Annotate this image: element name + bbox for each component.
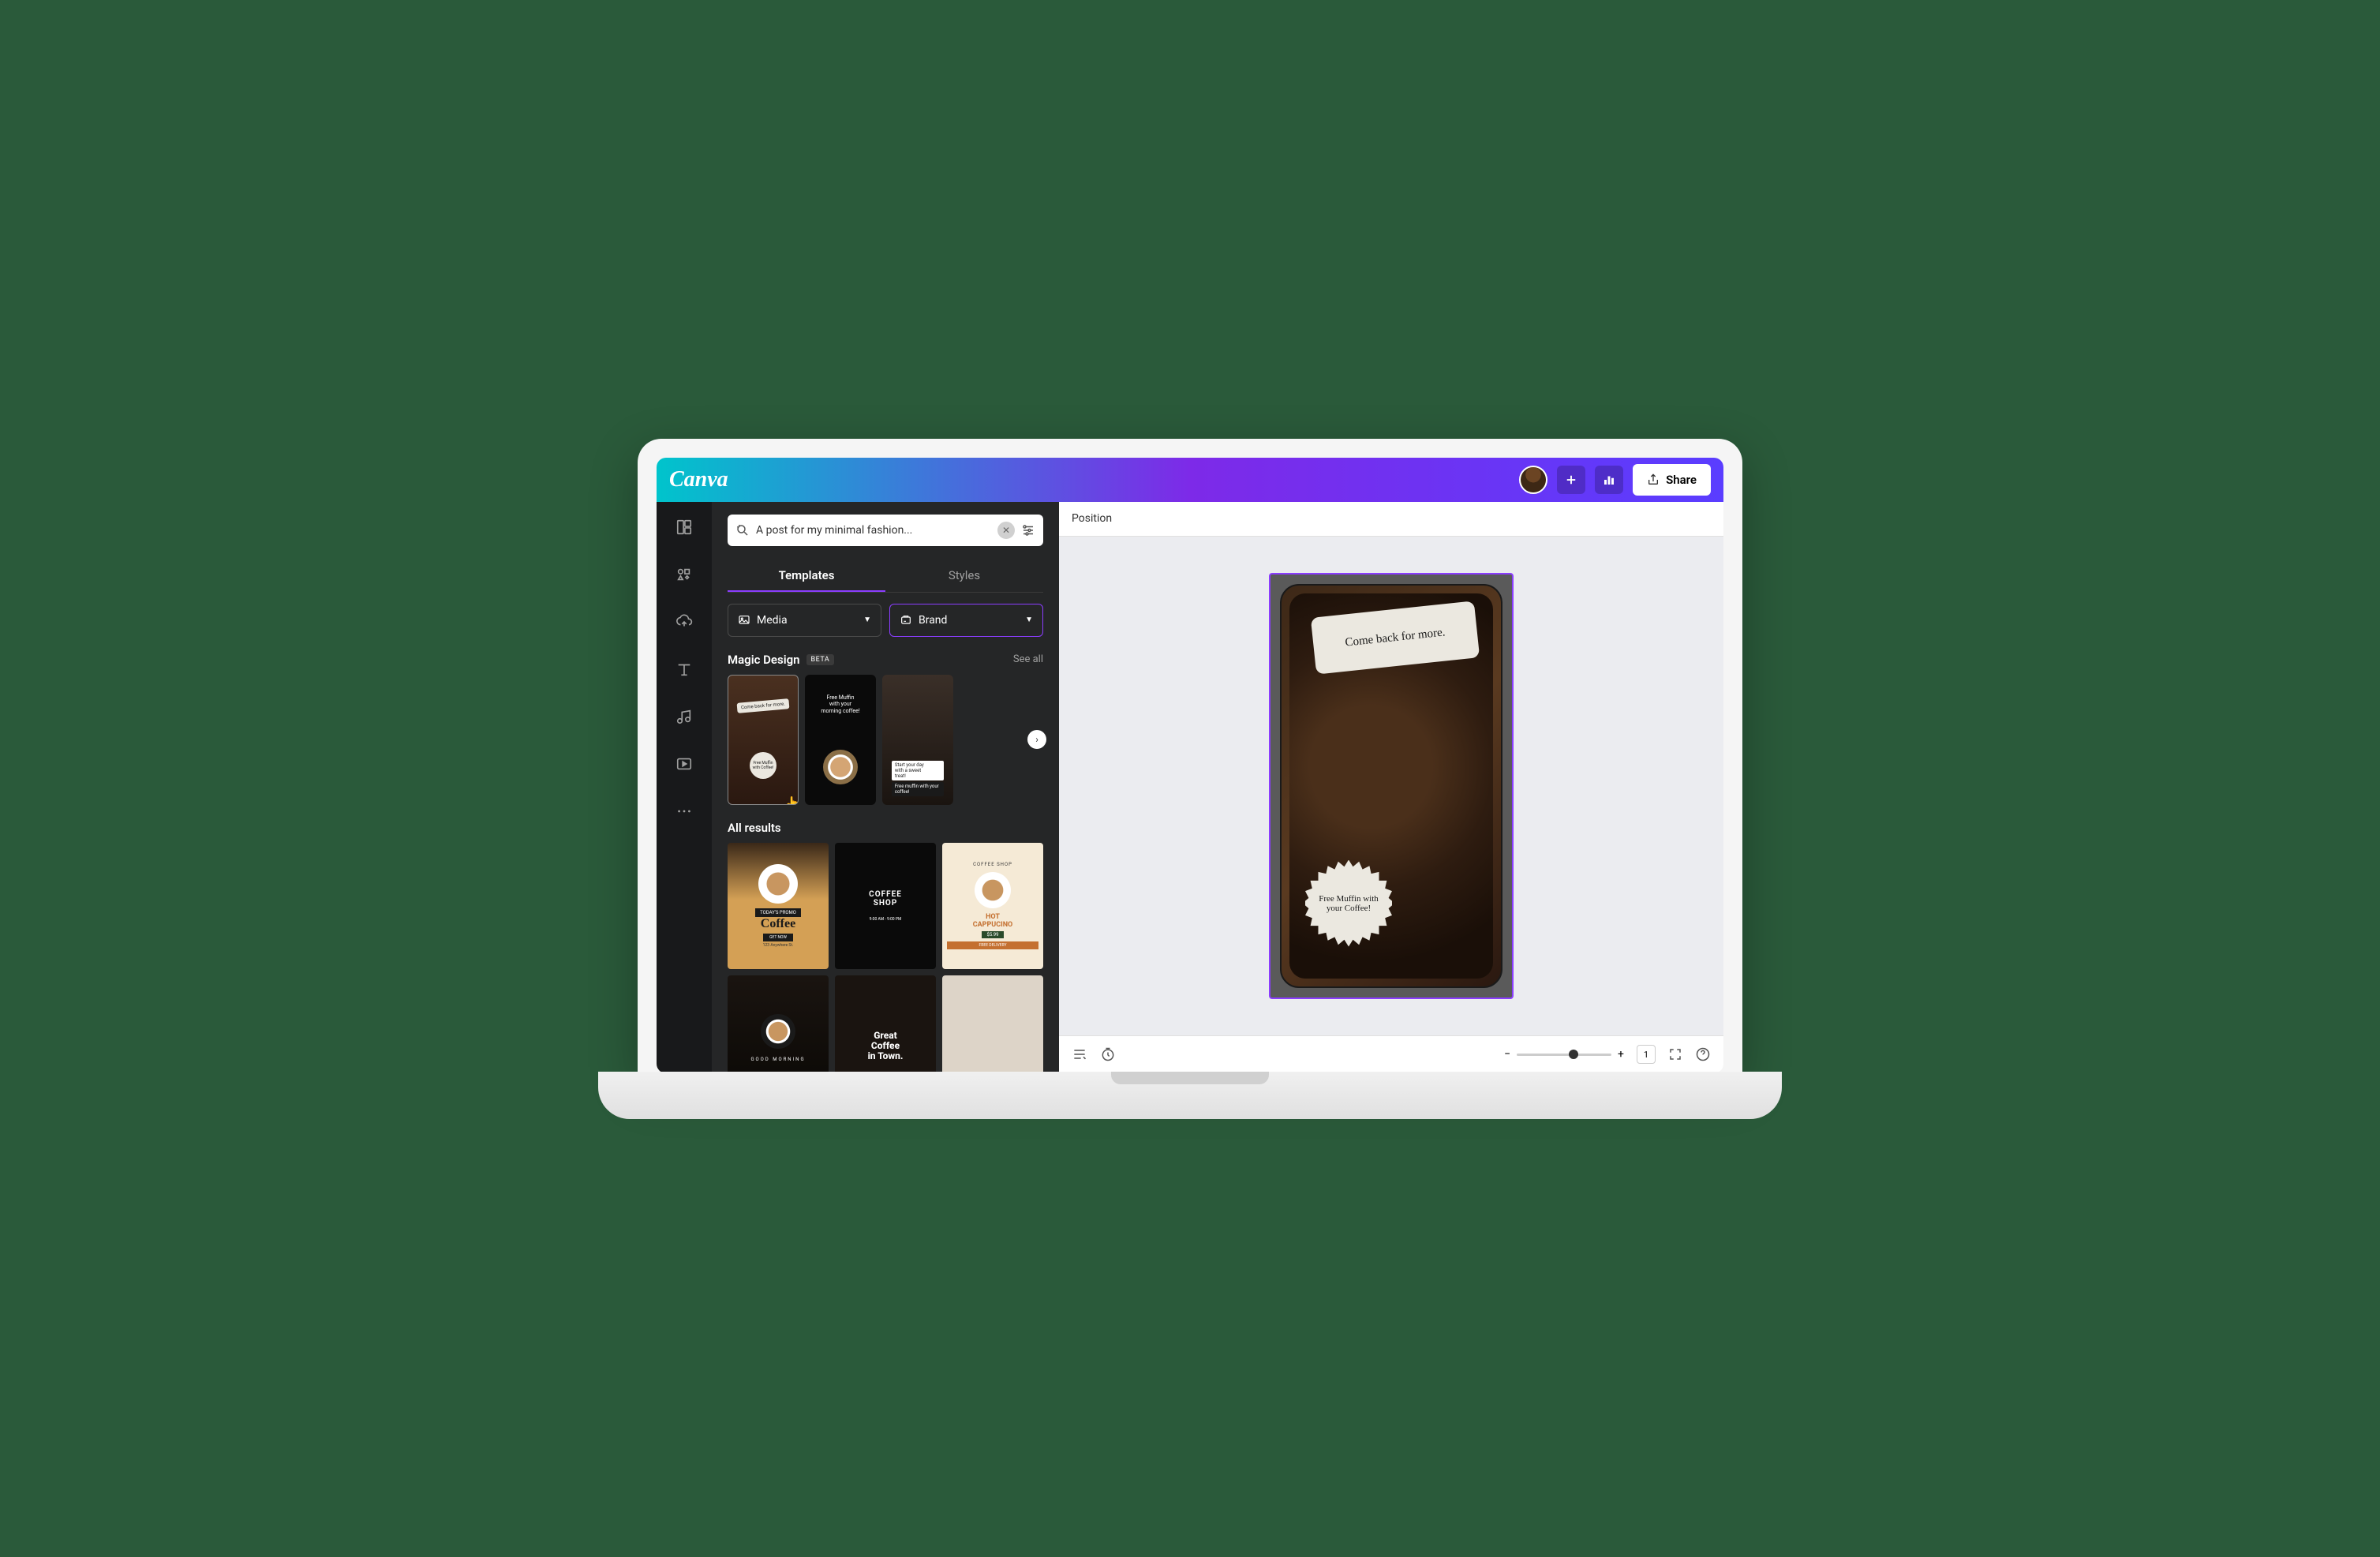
text-icon[interactable] [672,657,697,682]
template-thumb[interactable]: COFFEESHOP 9:00 AM - 9:00 PM [835,843,936,969]
tabs: Templates Styles [728,560,1043,593]
add-button[interactable] [1557,466,1585,494]
magic-design-title: Magic Design [728,653,800,667]
canvas-toolbar: Position [1059,502,1723,537]
cup-graphic [975,872,1011,908]
template-thumb[interactable]: GreatCoffeein Town. [835,975,936,1073]
thumb-text: TODAY'S PROMO [755,908,801,917]
thumb-text: GET NOW [763,934,793,941]
brand-icon [900,614,912,627]
rail [657,502,712,1073]
thumb-text: COFFEESHOP [869,890,902,908]
thumb-text: COFFEE SHOP [973,862,1012,867]
thumb-text: HOTCAPPUCINO [973,913,1013,929]
fullscreen-icon[interactable] [1668,1047,1682,1061]
thumb-text: 123 Anywhere St. [763,943,794,948]
avatar[interactable] [1519,466,1547,494]
share-label: Share [1666,473,1697,487]
canvas-area: Position Come back for more. Free Muffin… [1059,502,1723,1073]
canva-logo[interactable]: Canva [669,467,728,492]
notes-icon[interactable] [1072,1046,1087,1062]
thumb-text: Start your daywith a sweettreat! [892,761,944,780]
templates-icon[interactable] [672,515,697,540]
magic-thumbs: Come back for more. Free Muffin with Cof… [728,675,1043,805]
cursor-icon: 👆 [785,795,799,805]
template-thumb[interactable]: Start your daywith a sweettreat! Free mu… [882,675,953,805]
latte-graphic [823,750,858,784]
template-thumb[interactable]: GOOD MORNING [728,975,829,1073]
thumb-star: Free Muffin with Coffee! [750,752,776,779]
thumb-text: GreatCoffeein Town. [868,1031,904,1062]
tab-styles[interactable]: Styles [885,560,1043,592]
bottom-bar: − + 1 [1059,1035,1723,1073]
search-bar[interactable]: ✕ [728,515,1043,546]
template-thumb[interactable] [942,975,1043,1073]
beta-badge: BETA [806,654,835,665]
thumb-text: Coffee [761,917,795,931]
topbar: Canva Share [657,458,1723,502]
thumb-text: Free Muffinwith yourmorning coffee! [821,694,859,714]
brand-label: Brand [919,614,947,627]
artboard-frame: Come back for more. Free Muffin with you… [1280,584,1502,988]
filter-icon[interactable] [1021,523,1035,537]
thumb-text: GOOD MORNING [750,1057,805,1062]
analytics-icon[interactable] [1595,466,1623,494]
template-thumb[interactable]: COFFEE SHOP HOTCAPPUCINO $5.99 FREE DELI… [942,843,1043,969]
more-icon[interactable] [672,799,697,824]
all-results-title: All results [728,821,781,835]
timer-icon[interactable] [1100,1046,1116,1062]
clear-search-icon[interactable]: ✕ [997,522,1015,539]
thumb-text: FREE DELIVERY [947,941,1038,949]
audio-icon[interactable] [672,704,697,729]
tab-templates[interactable]: Templates [728,560,885,592]
cup-graphic [758,864,798,904]
template-thumb[interactable]: Free Muffinwith yourmorning coffee! [805,675,876,805]
thumb-text: 9:00 AM - 9:00 PM [870,917,902,922]
template-thumb[interactable]: TODAY'S PROMO Coffee GET NOW 123 Anywher… [728,843,829,969]
cup-graphic [761,1014,795,1049]
thumb-ticket: Come back for more. [737,698,790,713]
thumb-text: $5.99 [982,931,1003,938]
brand-filter[interactable]: Brand ▼ [889,604,1043,637]
media-label: Media [757,614,788,627]
canvas[interactable]: Come back for more. Free Muffin with you… [1059,537,1723,1035]
help-icon[interactable] [1695,1046,1711,1062]
template-thumb[interactable]: Come back for more. Free Muffin with Cof… [728,675,799,805]
zoom-slider[interactable]: − + [1504,1048,1624,1061]
magic-search-icon [735,523,750,537]
starburst-label[interactable]: Free Muffin with your Coffee! [1305,860,1392,947]
share-button[interactable]: Share [1633,464,1711,496]
uploads-icon[interactable] [672,609,697,634]
elements-icon[interactable] [672,562,697,587]
see-all-link[interactable]: See all [1013,653,1043,665]
image-icon [738,614,750,627]
artboard[interactable]: Come back for more. Free Muffin with you… [1269,573,1514,999]
chevron-down-icon: ▼ [863,616,871,624]
search-input[interactable] [756,524,991,537]
position-button[interactable]: Position [1072,512,1112,525]
side-panel: ✕ Templates Styles Media ▼ Brand ▼ Magic… [712,502,1059,1073]
results-grid: TODAY'S PROMO Coffee GET NOW 123 Anywher… [728,843,1043,1073]
media-filter[interactable]: Media ▼ [728,604,881,637]
next-arrow-icon[interactable]: › [1027,730,1046,749]
chevron-down-icon: ▼ [1025,616,1033,624]
page-indicator[interactable]: 1 [1637,1045,1656,1064]
thumb-text: Free muffin with your coffee! [892,782,944,796]
video-icon[interactable] [672,751,697,777]
